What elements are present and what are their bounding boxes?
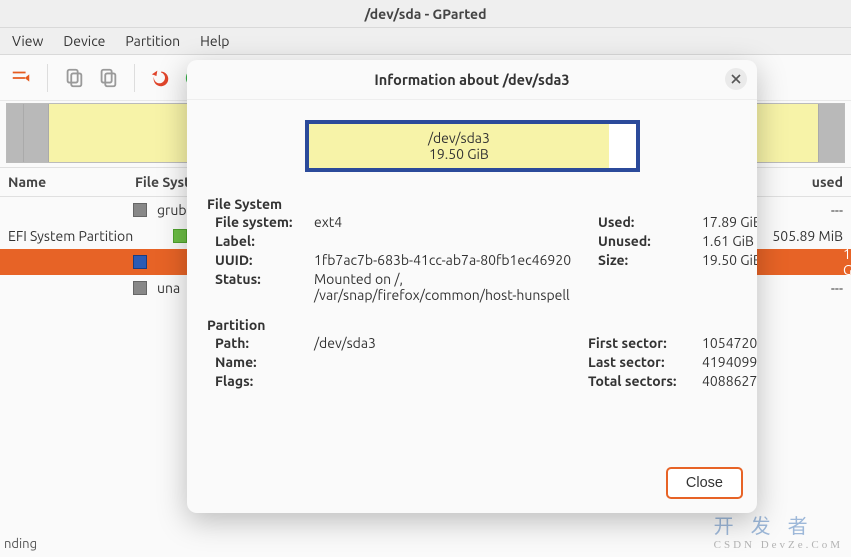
close-button[interactable]: Close	[666, 467, 743, 499]
watermark: 开 发 者 CSDN DevZe.CoM	[714, 510, 843, 551]
size-value: 19.50 GiB	[702, 252, 757, 268]
filesystem-heading: File System	[207, 196, 737, 212]
window-title: /dev/sda - GParted	[365, 6, 487, 22]
dialog-title: Information about /dev/sda3	[374, 71, 569, 88]
close-icon[interactable]	[725, 68, 747, 90]
menu-view[interactable]: View	[4, 30, 51, 52]
paste-button[interactable]	[93, 63, 123, 93]
new-partition-button[interactable]	[6, 63, 36, 93]
undo-button[interactable]	[146, 63, 176, 93]
row-name: EFI System Partition	[8, 228, 163, 244]
label-value	[314, 233, 594, 249]
size-label: Size:	[598, 252, 698, 268]
filesystem-grid: File system: ext4 Used: 17.89 GiB ( 92% …	[215, 214, 737, 303]
flags-label: Flags:	[215, 373, 310, 389]
dialog-titlebar: Information about /dev/sda3	[187, 60, 757, 100]
path-value: /dev/sda3	[314, 335, 584, 351]
disk-segment[interactable]	[819, 104, 844, 162]
status-value: Mounted on /, /var/snap/firefox/common/h…	[314, 271, 594, 303]
unused-value: 1.61 GiB	[702, 233, 757, 249]
first-sector-value: 1054720	[702, 335, 757, 351]
last-sector-value: 41940991	[702, 354, 757, 370]
menu-partition[interactable]: Partition	[117, 30, 188, 52]
fs-label: File system:	[215, 214, 310, 230]
partition-info-dialog: Information about /dev/sda3 /dev/sda3 19…	[187, 60, 757, 513]
unused-label: Unused:	[598, 233, 698, 249]
fs-value: ext4	[314, 214, 594, 230]
menu-help[interactable]: Help	[192, 30, 237, 52]
col-name[interactable]: Name	[8, 174, 123, 190]
row-unused: 505.89 MiB	[743, 228, 843, 244]
name-value	[314, 354, 584, 370]
usage-free-segment	[609, 124, 635, 168]
usage-name: /dev/sda3	[428, 130, 490, 146]
label-label: Label:	[215, 233, 310, 249]
path-label: Path:	[215, 335, 310, 351]
last-sector-label: Last sector:	[588, 354, 698, 370]
flags-value	[314, 373, 584, 389]
usage-size: 19.50 GiB	[429, 146, 489, 162]
usage-used-segment: /dev/sda3 19.50 GiB	[309, 124, 610, 168]
used-value: 17.89 GiB	[702, 214, 757, 230]
fs-color-icon	[133, 203, 147, 217]
uuid-label: UUID:	[215, 252, 310, 268]
uuid-value: 1fb7ac7b-683b-41cc-ab7a-80fb1ec46920	[314, 252, 594, 268]
disk-segment[interactable]	[7, 104, 24, 162]
col-unused[interactable]: used	[743, 174, 843, 190]
menu-device[interactable]: Device	[55, 30, 113, 52]
total-sectors-label: Total sectors:	[588, 373, 698, 389]
menubar: View Device Partition Help	[0, 28, 851, 55]
usage-bar: /dev/sda3 19.50 GiB	[305, 120, 640, 172]
fs-color-icon	[133, 281, 147, 295]
first-sector-label: First sector:	[588, 335, 698, 351]
dialog-buttonbar: Close	[187, 457, 757, 513]
partition-grid: Path: /dev/sda3 First sector: 1054720 Na…	[215, 335, 737, 389]
dialog-body: /dev/sda3 19.50 GiB File System File sys…	[187, 100, 757, 457]
copy-button[interactable]	[59, 63, 89, 93]
toolbar-separator	[134, 64, 135, 92]
fs-color-icon	[173, 229, 187, 243]
name-label: Name:	[215, 354, 310, 370]
partition-heading: Partition	[207, 317, 737, 333]
used-label: Used:	[598, 214, 698, 230]
toolbar-separator	[47, 64, 48, 92]
row-unused: ---	[743, 280, 843, 296]
fs-color-icon	[133, 255, 147, 269]
disk-segment[interactable]	[24, 104, 49, 162]
total-sectors-value: 40886272	[702, 373, 757, 389]
window-titlebar: /dev/sda - GParted	[0, 0, 851, 28]
status-label: Status:	[215, 271, 310, 303]
